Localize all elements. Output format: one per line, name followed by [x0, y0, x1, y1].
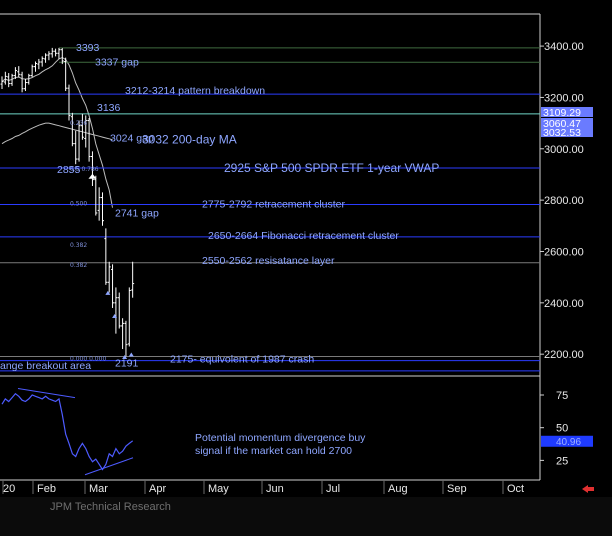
price-bar — [34, 61, 37, 72]
source-credit: JPM Technical Research — [50, 501, 171, 513]
time-tick-label: Jun — [266, 483, 284, 495]
price-tick-label: 2600.00 — [544, 246, 584, 258]
level-label: 2191 — [115, 357, 139, 369]
level-labels: 3393 3337 gap 3212-3214 pattern breakdown 3… — [0, 42, 439, 372]
scroll-left-icon — [582, 485, 594, 493]
momentum-line — [1, 392, 134, 471]
time-axis: 20 Feb Mar Apr May Jun Jul Aug Sep Oct — [2, 480, 594, 495]
level-label: 2550-2562 resisatance layer — [202, 255, 335, 267]
price-tag-label: 3032.53 — [543, 127, 581, 139]
time-tick-label: Aug — [388, 483, 408, 495]
price-bar — [0, 76, 4, 89]
time-tick-label: Sep — [447, 483, 467, 495]
level-label: 2650-2664 Fibonacci retracement cluster — [208, 230, 399, 242]
price-bar — [127, 287, 131, 347]
price-bar — [37, 58, 41, 70]
price-bar — [124, 320, 128, 357]
momentum-tick-label: 25 — [556, 455, 568, 467]
time-tick-label: Oct — [507, 483, 524, 495]
price-bar — [74, 130, 78, 165]
time-tick-label: May — [208, 483, 229, 495]
time-tick-label: Feb — [37, 483, 56, 495]
momentum-tick-label: 75 — [556, 390, 568, 402]
level-label: 3136 — [97, 102, 121, 114]
level-label: 3337 gap — [95, 56, 139, 68]
momentum-note: Potential momentum divergence buy — [195, 432, 366, 444]
fib-label: 0.500 — [70, 201, 87, 208]
price-tick-label: 2400.00 — [544, 298, 584, 310]
price-bar — [111, 264, 115, 308]
level-label: 3024 gap — [110, 133, 154, 145]
time-tick-label: Mar — [89, 483, 108, 495]
level-label: 2855 — [57, 164, 81, 176]
fib-label: 0.382 — [70, 262, 87, 269]
price-bar — [107, 261, 111, 293]
price-tick-label: 3000.00 — [544, 144, 584, 156]
price-bar — [67, 84, 71, 121]
time-tick-label: Apr — [149, 483, 166, 495]
level-label: 2925 S&P 500 SPDR ETF 1-year VWAP — [224, 161, 439, 175]
fib-label: 0.382 — [70, 242, 87, 249]
level-label: 3032 200-day MA — [142, 133, 237, 147]
level-label: 2741 gap — [115, 207, 159, 219]
price-bar — [23, 78, 27, 92]
price-bar — [47, 51, 51, 61]
price-tick-label: 3400.00 — [544, 41, 584, 53]
price-bar — [20, 71, 24, 93]
price-bar — [54, 48, 58, 57]
level-label: 2175- equivolent of 1987 crash — [170, 354, 314, 366]
footer: JPM Technical Research — [0, 497, 612, 536]
price-tick-label: 2800.00 — [544, 195, 584, 207]
price-bar — [101, 192, 104, 226]
price-bar — [94, 175, 98, 216]
momentum-note: signal if the market can hold 2700 — [195, 445, 352, 457]
price-bar — [30, 64, 34, 77]
divergence-line-top — [17, 387, 76, 399]
price-bar — [50, 47, 54, 58]
price-bar — [3, 71, 7, 85]
level-label: 3393 — [76, 42, 100, 54]
price-bar — [60, 48, 64, 65]
price-bar — [97, 187, 101, 221]
price-tags: 3109.293060.473032.53 — [541, 107, 593, 139]
momentum-panel: 75 50 25 40.96 Potential momentum divergence… — [1, 387, 593, 476]
price-chart: 0.2360.5 0.7860.5000.3820.3820.000 0.000… — [0, 13, 594, 495]
momentum-tag-label: 40.96 — [556, 437, 581, 448]
price-bar — [117, 292, 121, 329]
time-tick-label: Jul — [326, 483, 340, 495]
price-bar — [114, 287, 118, 334]
price-bar — [121, 318, 125, 350]
signal-marker — [88, 173, 97, 179]
price-tick-label: 2200.00 — [544, 349, 584, 361]
fib-label: 0.236 — [70, 120, 87, 127]
price-bar — [40, 56, 44, 67]
level-label: 3212-3214 pattern breakdown — [125, 85, 265, 97]
momentum-tick-label: 50 — [556, 423, 568, 435]
time-tick-label: 20 — [3, 483, 15, 495]
range-breakout-label: ange breakout area — [0, 360, 91, 372]
price-bar — [131, 261, 135, 298]
price-bar — [57, 47, 61, 59]
price-bar — [87, 117, 91, 162]
price-axis: 3400.00 3200.00 3000.00 2800.00 2600.00 2400.… — [540, 41, 584, 361]
price-tick-label: 3200.00 — [544, 92, 584, 104]
up-arrow-marker — [128, 352, 134, 357]
ma-200-line — [1, 122, 113, 145]
level-label: 2775-2792 retracement cluster — [202, 198, 345, 210]
price-bar — [17, 66, 21, 78]
price-bar — [44, 53, 48, 63]
